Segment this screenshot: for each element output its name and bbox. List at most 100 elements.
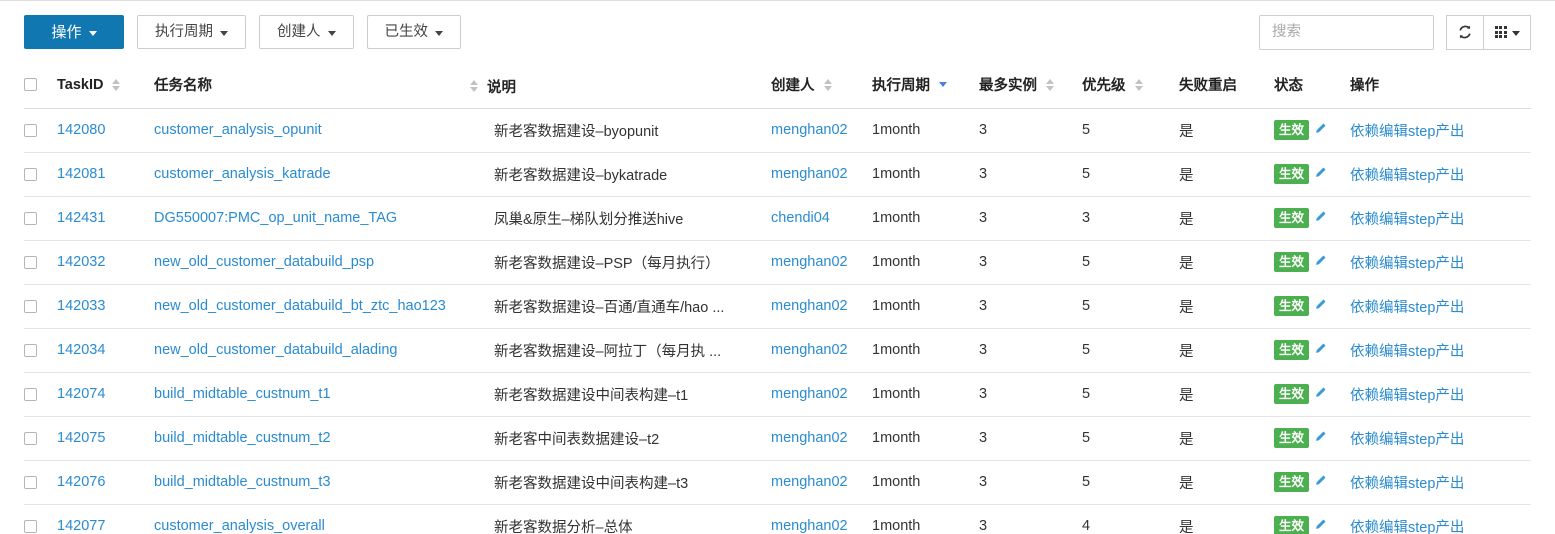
op-edit-link[interactable]: 编辑: [1379, 476, 1408, 492]
op-step-output-link[interactable]: step产出: [1408, 388, 1464, 404]
op-dependency-link[interactable]: 依赖: [1350, 432, 1379, 448]
task-name-link[interactable]: customer_analysis_overall: [154, 518, 325, 534]
taskid-link[interactable]: 142034: [57, 342, 105, 358]
op-step-output-link[interactable]: step产出: [1408, 168, 1464, 184]
edit-status-pencil-icon[interactable]: [1314, 342, 1327, 359]
row-checkbox[interactable]: [24, 431, 37, 445]
taskid-link[interactable]: 142075: [57, 430, 105, 446]
columns-button[interactable]: [1483, 14, 1531, 50]
op-edit-link[interactable]: 编辑: [1379, 300, 1408, 316]
op-step-output-link[interactable]: step产出: [1408, 476, 1464, 492]
filter-cycle-button[interactable]: 执行周期: [137, 15, 246, 49]
task-name-link[interactable]: build_midtable_custnum_t3: [154, 474, 331, 490]
task-name-link[interactable]: new_old_customer_databuild_alading: [154, 342, 397, 358]
edit-status-pencil-icon[interactable]: [1314, 518, 1327, 534]
op-edit-link[interactable]: 编辑: [1379, 520, 1408, 534]
owner-link[interactable]: menghan02: [771, 474, 848, 490]
filter-status-button[interactable]: 已生效: [366, 15, 461, 49]
op-edit-link[interactable]: 编辑: [1379, 256, 1408, 272]
sort-icon-active[interactable]: [939, 82, 947, 88]
owner-link[interactable]: menghan02: [771, 430, 848, 446]
edit-status-pencil-icon[interactable]: [1314, 210, 1327, 227]
owner-link[interactable]: menghan02: [771, 254, 848, 270]
op-dependency-link[interactable]: 依赖: [1350, 256, 1379, 272]
sort-icon[interactable]: [112, 78, 121, 91]
row-checkbox[interactable]: [24, 211, 37, 225]
row-checkbox[interactable]: [24, 343, 37, 357]
op-step-output-link[interactable]: step产出: [1408, 344, 1464, 360]
owner-link[interactable]: menghan02: [771, 166, 848, 182]
row-checkbox[interactable]: [24, 123, 37, 137]
edit-status-pencil-icon[interactable]: [1314, 298, 1327, 315]
sort-icon[interactable]: [1134, 78, 1143, 91]
op-step-output-link[interactable]: step产出: [1408, 212, 1464, 228]
op-step-output-link[interactable]: step产出: [1408, 520, 1464, 534]
op-step-output-link[interactable]: step产出: [1408, 256, 1464, 272]
op-edit-link[interactable]: 编辑: [1379, 344, 1408, 360]
taskid-link[interactable]: 142080: [57, 122, 105, 138]
taskid-link[interactable]: 142431: [57, 210, 105, 226]
taskid-link[interactable]: 142081: [57, 166, 105, 182]
header-name[interactable]: 任务名称: [154, 63, 494, 109]
header-cycle[interactable]: 执行周期: [872, 63, 979, 109]
op-edit-link[interactable]: 编辑: [1379, 432, 1408, 448]
header-status[interactable]: 状态: [1274, 63, 1350, 109]
op-edit-link[interactable]: 编辑: [1379, 388, 1408, 404]
header-owner[interactable]: 创建人: [771, 63, 872, 109]
op-step-output-link[interactable]: step产出: [1408, 432, 1464, 448]
owner-link[interactable]: menghan02: [771, 342, 848, 358]
operations-button[interactable]: 操作: [24, 15, 124, 49]
header-taskid[interactable]: TaskID: [57, 63, 154, 109]
owner-link[interactable]: menghan02: [771, 386, 848, 402]
owner-link[interactable]: menghan02: [771, 518, 848, 534]
edit-status-pencil-icon[interactable]: [1314, 166, 1327, 183]
header-retry[interactable]: 失败重启: [1179, 63, 1274, 109]
op-edit-link[interactable]: 编辑: [1379, 124, 1408, 140]
task-name-link[interactable]: customer_analysis_katrade: [154, 166, 331, 182]
row-checkbox[interactable]: [24, 299, 37, 313]
op-dependency-link[interactable]: 依赖: [1350, 168, 1379, 184]
taskid-link[interactable]: 142077: [57, 518, 105, 534]
select-all-checkbox[interactable]: [24, 78, 37, 92]
search-input[interactable]: [1259, 14, 1434, 50]
task-name-link[interactable]: build_midtable_custnum_t1: [154, 386, 331, 402]
op-dependency-link[interactable]: 依赖: [1350, 476, 1379, 492]
op-dependency-link[interactable]: 依赖: [1350, 520, 1379, 534]
op-dependency-link[interactable]: 依赖: [1350, 388, 1379, 404]
op-dependency-link[interactable]: 依赖: [1350, 212, 1379, 228]
row-checkbox[interactable]: [24, 387, 37, 401]
op-edit-link[interactable]: 编辑: [1379, 212, 1408, 228]
filter-owner-button[interactable]: 创建人: [259, 15, 354, 49]
op-step-output-link[interactable]: step产出: [1408, 124, 1464, 140]
edit-status-pencil-icon[interactable]: [1314, 430, 1327, 447]
task-name-link[interactable]: build_midtable_custnum_t2: [154, 430, 331, 446]
row-checkbox[interactable]: [24, 475, 37, 489]
taskid-link[interactable]: 142033: [57, 298, 105, 314]
row-checkbox[interactable]: [24, 255, 37, 269]
edit-status-pencil-icon[interactable]: [1314, 474, 1327, 491]
edit-status-pencil-icon[interactable]: [1314, 386, 1327, 403]
owner-link[interactable]: menghan02: [771, 298, 848, 314]
task-name-link[interactable]: DG550007:PMC_op_unit_name_TAG: [154, 210, 397, 226]
owner-link[interactable]: chendi04: [771, 210, 830, 226]
task-name-link[interactable]: new_old_customer_databuild_psp: [154, 254, 374, 270]
header-priority[interactable]: 优先级: [1082, 63, 1179, 109]
op-step-output-link[interactable]: step产出: [1408, 300, 1464, 316]
task-name-link[interactable]: customer_analysis_opunit: [154, 122, 322, 138]
taskid-link[interactable]: 142032: [57, 254, 105, 270]
op-dependency-link[interactable]: 依赖: [1350, 344, 1379, 360]
header-instances[interactable]: 最多实例: [979, 63, 1082, 109]
row-checkbox[interactable]: [24, 519, 37, 533]
owner-link[interactable]: menghan02: [771, 122, 848, 138]
op-dependency-link[interactable]: 依赖: [1350, 300, 1379, 316]
sort-icon[interactable]: [470, 80, 478, 92]
taskid-link[interactable]: 142074: [57, 386, 105, 402]
task-name-link[interactable]: new_old_customer_databuild_bt_ztc_hao123: [154, 298, 446, 314]
op-dependency-link[interactable]: 依赖: [1350, 124, 1379, 140]
sort-icon[interactable]: [1046, 78, 1054, 91]
refresh-button[interactable]: [1446, 14, 1484, 50]
edit-status-pencil-icon[interactable]: [1314, 122, 1327, 139]
taskid-link[interactable]: 142076: [57, 474, 105, 490]
op-edit-link[interactable]: 编辑: [1379, 168, 1408, 184]
row-checkbox[interactable]: [24, 167, 37, 181]
